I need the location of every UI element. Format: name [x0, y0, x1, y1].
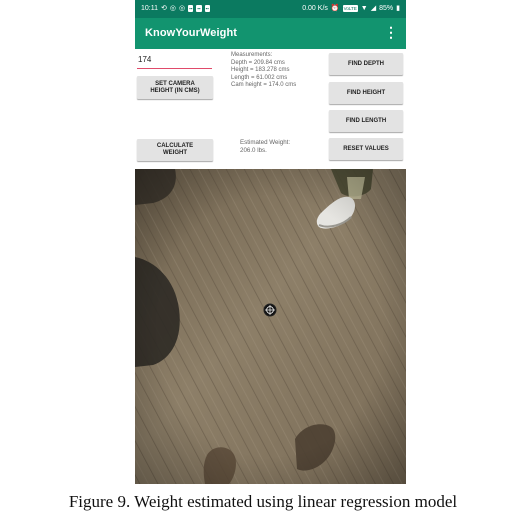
- find-height-button[interactable]: FIND HEIGHT: [329, 82, 403, 104]
- status-bar: 10:11 ⟲ ◎ ◎ ▪▪ ▪▪ ▪▪ 0.00 K/s ⏰ VoLTE ▼ …: [135, 0, 406, 18]
- status-left: 10:11 ⟲ ◎ ◎ ▪▪ ▪▪ ▪▪: [141, 5, 210, 12]
- estimated-weight-label: Estimated Weight:: [240, 139, 291, 146]
- measurements-title: Measurements:: [231, 52, 273, 58]
- status-time: 10:11: [141, 5, 158, 12]
- badge-icon: ▪▪: [196, 5, 202, 12]
- controls-panel: 174 SET CAMERA HEIGHT (IN CMS) CALCULATE…: [135, 49, 406, 169]
- badge-icon: ▪▪: [188, 5, 194, 12]
- length-value: Length = 61.002 cms: [231, 74, 288, 81]
- measurements-block: Measurements: Depth = 209.84 cms Height …: [231, 52, 326, 90]
- app-bar: KnowYourWeight ⋮: [135, 18, 406, 49]
- network-speed: 0.00 K/s: [302, 5, 328, 12]
- calculate-weight-button[interactable]: CALCULATE WEIGHT: [137, 139, 213, 161]
- height-value: Height = 183.278 cms: [231, 67, 290, 74]
- reset-values-button[interactable]: RESET VALUES: [329, 138, 403, 160]
- alarm-icon: ⏰: [330, 5, 340, 12]
- camera-height-input[interactable]: 174: [137, 54, 212, 69]
- notification-icon: ◎: [169, 5, 176, 12]
- estimated-weight-value: 206.0 lbs.: [240, 147, 267, 154]
- find-length-button[interactable]: FIND LENGTH: [329, 110, 403, 132]
- wifi-icon: ▼: [360, 5, 368, 12]
- camera-preview[interactable]: [135, 169, 406, 484]
- set-camera-height-button[interactable]: SET CAMERA HEIGHT (IN CMS): [137, 76, 213, 99]
- status-right: 0.00 K/s ⏰ VoLTE ▼ ◢ 85% ▮: [302, 5, 400, 12]
- figure-caption: Figure 9. Weight estimated using linear …: [68, 492, 458, 511]
- sync-icon: ⟲: [161, 5, 167, 12]
- estimated-weight-block: Estimated Weight: 206.0 lbs.: [240, 139, 320, 155]
- signal-icon: ◢: [370, 5, 377, 12]
- phone-screenshot: 10:11 ⟲ ◎ ◎ ▪▪ ▪▪ ▪▪ 0.00 K/s ⏰ VoLTE ▼ …: [135, 0, 406, 484]
- badge-icon: ▪▪: [204, 5, 210, 12]
- volte-icon: VoLTE: [342, 5, 358, 12]
- battery-icon: ▮: [396, 5, 400, 12]
- cam-height-value: Cam height = 174.0 cms: [231, 82, 297, 89]
- camera-scene: [135, 169, 406, 484]
- depth-value: Depth = 209.84 cms: [231, 59, 285, 66]
- crosshair-icon: [263, 303, 277, 317]
- app-title: KnowYourWeight: [145, 27, 238, 39]
- find-depth-button[interactable]: FIND DEPTH: [329, 53, 403, 75]
- notification-icon: ◎: [178, 5, 186, 12]
- battery-level: 85%: [379, 5, 394, 12]
- more-vert-icon[interactable]: ⋮: [384, 25, 398, 39]
